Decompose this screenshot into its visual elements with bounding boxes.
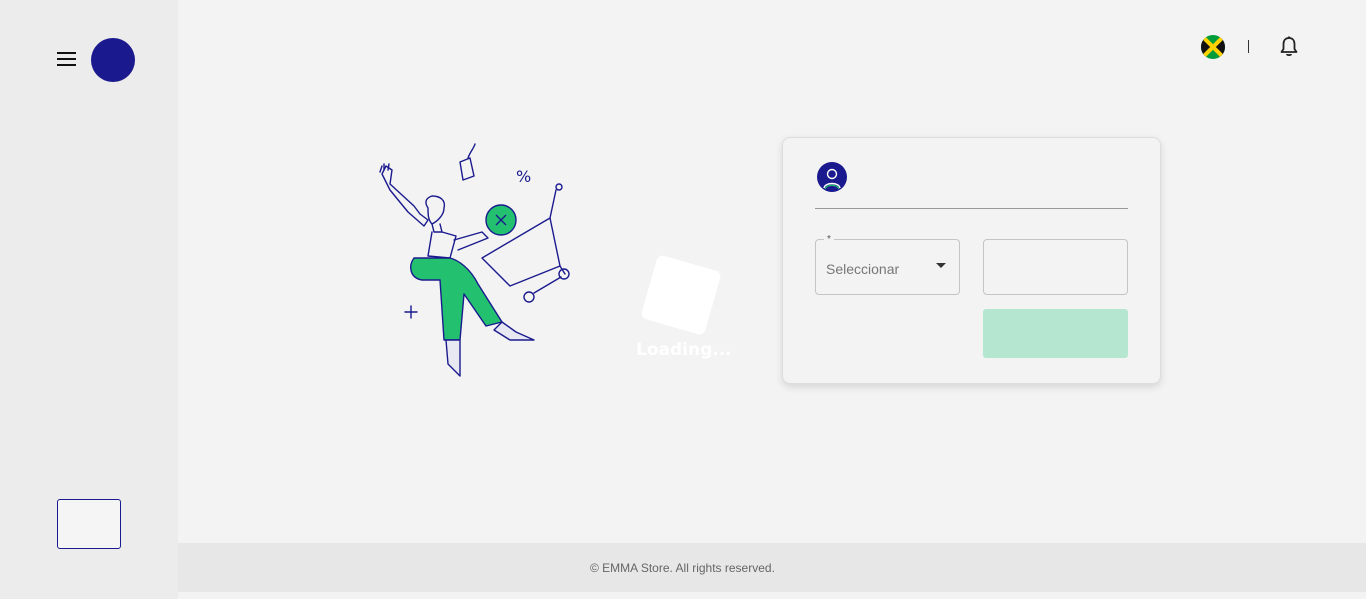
shopping-illustration: % — [370, 140, 580, 380]
submit-button[interactable] — [983, 309, 1128, 358]
sidebar-action-button[interactable] — [57, 499, 121, 549]
required-marker: * — [824, 234, 834, 245]
select-value: Seleccionar — [826, 261, 900, 277]
card-divider — [815, 208, 1128, 209]
loading-indicator: Loading... — [636, 254, 732, 368]
copyright-text: © EMMA Store. All rights reserved. — [590, 561, 775, 575]
footer: © EMMA Store. All rights reserved. — [178, 543, 1366, 592]
login-card: * Seleccionar — [782, 137, 1161, 384]
phone-input[interactable] — [983, 239, 1128, 295]
brand-logo[interactable] — [91, 38, 135, 82]
country-select[interactable]: * Seleccionar — [815, 234, 960, 295]
chevron-down-icon — [936, 263, 946, 268]
loading-spinner — [640, 254, 722, 336]
jamaica-flag-icon[interactable] — [1201, 35, 1225, 59]
loading-text: Loading... — [636, 340, 732, 360]
svg-text:%: % — [516, 167, 531, 186]
user-avatar-icon — [817, 162, 847, 192]
hamburger-menu-icon[interactable] — [57, 52, 77, 68]
topbar-separator — [1248, 40, 1249, 53]
sidebar — [0, 0, 178, 599]
bell-icon[interactable] — [1279, 36, 1299, 58]
